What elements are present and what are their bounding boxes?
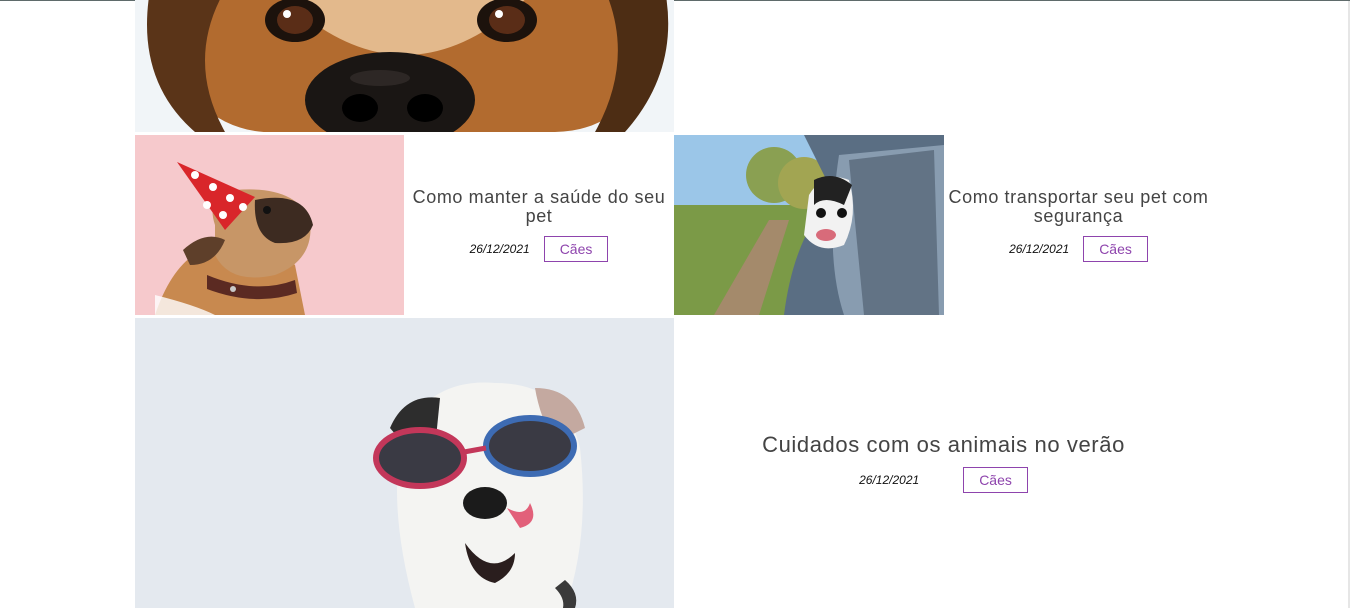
post-meta: 26/12/2021 Cães bbox=[1009, 236, 1148, 262]
category-tag-button[interactable]: Cães bbox=[1083, 236, 1148, 262]
post-meta: 26/12/2021 Cães bbox=[470, 236, 609, 262]
dog-nose-photo bbox=[135, 0, 674, 132]
category-tag-button[interactable]: Cães bbox=[963, 467, 1028, 493]
post-card-transporte: Como transportar seu pet com segurança 2… bbox=[944, 135, 1213, 315]
post-image-dog-nose[interactable] bbox=[135, 0, 674, 132]
post-title[interactable]: Cuidados com os animais no verão bbox=[762, 433, 1125, 457]
post-date: 26/12/2021 bbox=[1009, 242, 1070, 256]
post-title[interactable]: Como transportar seu pet com segurança bbox=[944, 188, 1213, 226]
post-date: 26/12/2021 bbox=[859, 473, 920, 487]
post-date: 26/12/2021 bbox=[469, 242, 530, 256]
post-title[interactable]: Como manter a saúde do seu pet bbox=[404, 188, 674, 226]
dog-car-window-photo bbox=[674, 135, 944, 315]
post-meta: 26/12/2021 Cães bbox=[859, 467, 1028, 493]
post-image-dog-sunglasses[interactable] bbox=[135, 318, 674, 608]
category-tag-button[interactable]: Cães bbox=[543, 236, 609, 262]
pug-party-hat-photo bbox=[135, 135, 404, 315]
dog-sunglasses-photo bbox=[135, 318, 674, 608]
blog-post-grid: Como manter a saúde do seu pet 26/12/202… bbox=[0, 0, 1350, 608]
post-card-verao: Cuidados com os animais no verão 26/12/2… bbox=[674, 318, 1213, 608]
post-image-dog-car[interactable] bbox=[674, 135, 944, 315]
post-card-saude: Como manter a saúde do seu pet 26/12/202… bbox=[404, 135, 674, 315]
post-image-pug-party-hat[interactable] bbox=[135, 135, 404, 315]
